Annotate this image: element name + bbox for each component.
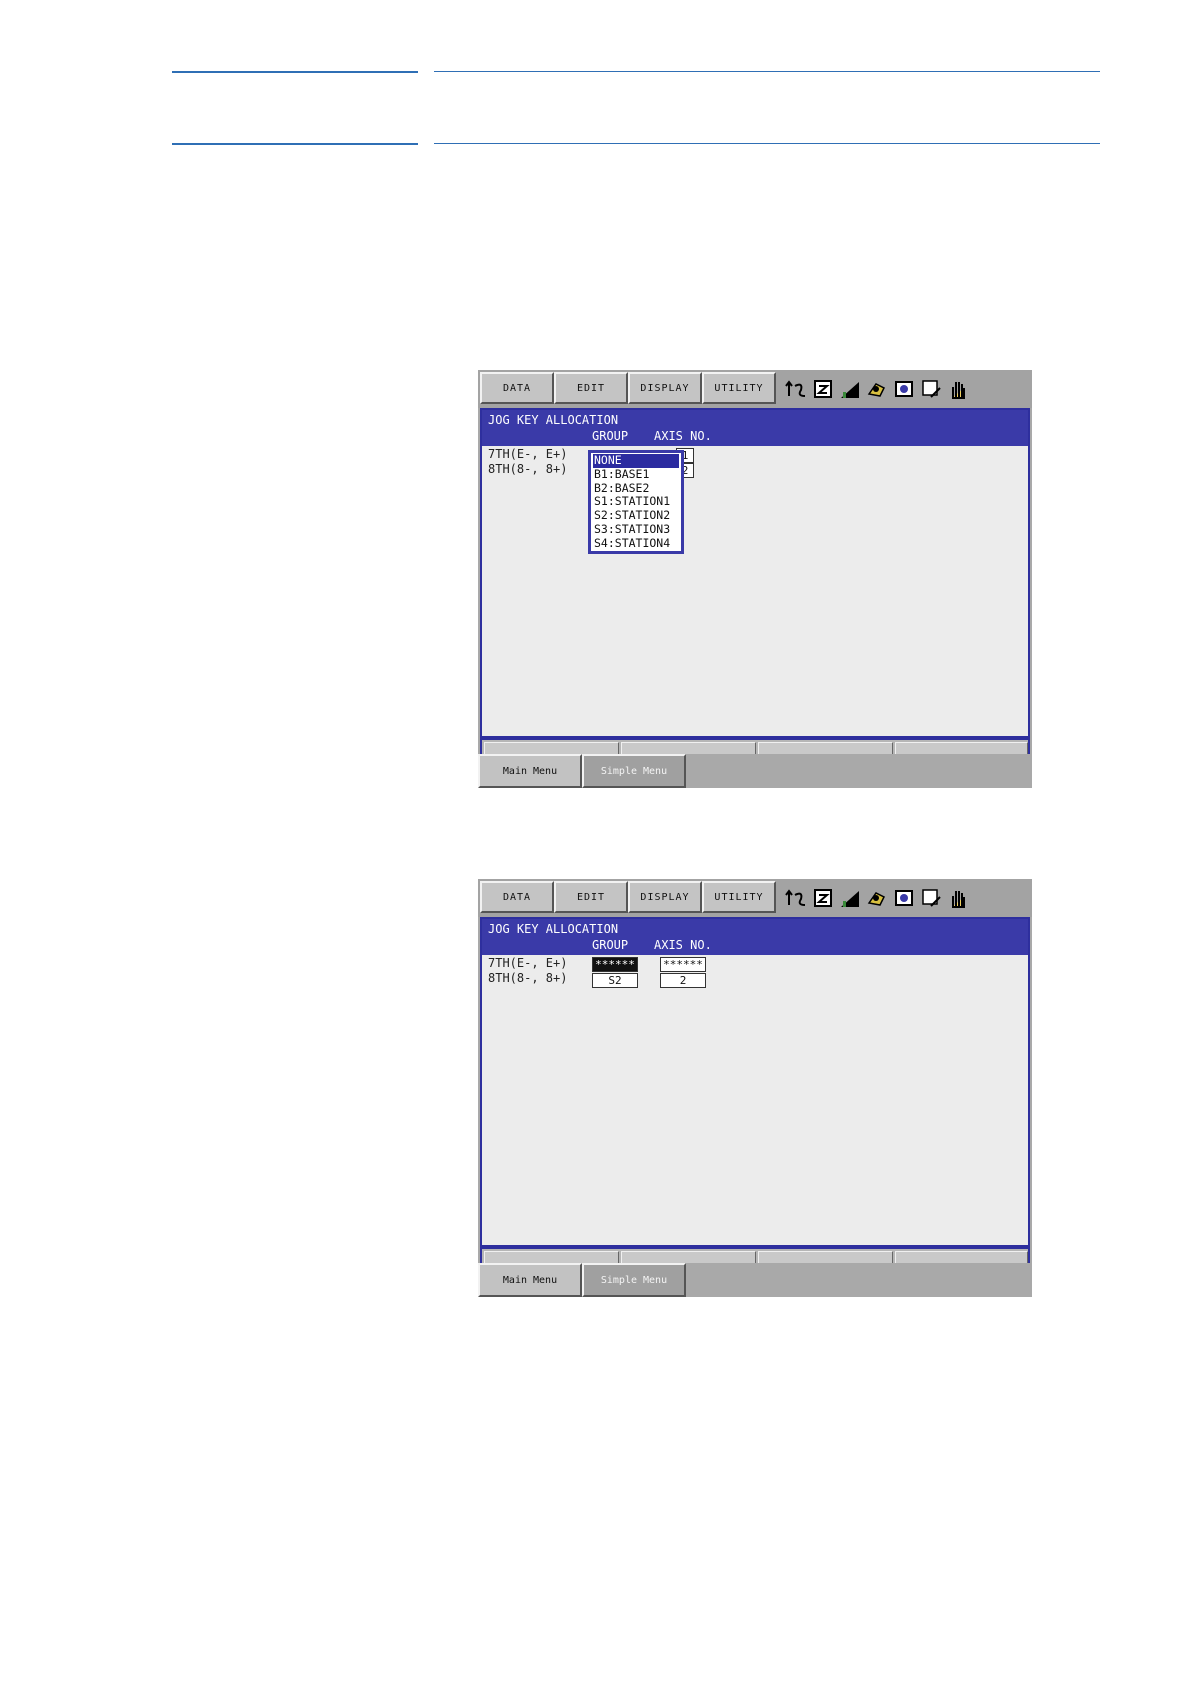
row-label-7th: 7TH(E-, E+): [488, 447, 568, 461]
menu-display-button[interactable]: DISPLAY: [628, 881, 702, 913]
dropdown-option[interactable]: S1:STATION1: [593, 495, 679, 509]
bottom-bar: Main Menu Simple Menu: [478, 1263, 1032, 1297]
row-label-8th: 8TH(8-, 8+): [488, 971, 568, 985]
dropdown-option[interactable]: B1:BASE1: [593, 467, 679, 482]
main-menu-button[interactable]: Main Menu: [478, 754, 582, 788]
speed-icon[interactable]: [839, 887, 861, 909]
job-icon[interactable]: [812, 887, 834, 909]
hand-icon[interactable]: [947, 887, 969, 909]
simple-menu-button[interactable]: Simple Menu: [582, 1263, 686, 1297]
axis-column-header: AXIS NO.: [654, 429, 712, 443]
row-label-8th: 8TH(8-, 8+): [488, 462, 568, 476]
group-cell-8th[interactable]: S2: [592, 973, 638, 988]
menu-bar: DATA EDIT DISPLAY UTILITY: [478, 879, 1032, 917]
menu-display-button[interactable]: DISPLAY: [628, 372, 702, 404]
main-menu-button[interactable]: Main Menu: [478, 1263, 582, 1297]
header-rule-right-top: [434, 71, 1100, 72]
title-bar: JOG KEY ALLOCATION GROUP AXIS NO.: [482, 919, 1028, 955]
dropdown-option[interactable]: NONE: [593, 453, 679, 468]
group-cell-7th[interactable]: ******: [592, 957, 638, 972]
coordinate-icon[interactable]: [785, 887, 807, 909]
main-area: JOG KEY ALLOCATION GROUP AXIS NO. 7TH(E-…: [480, 917, 1030, 1247]
dropdown-option[interactable]: S3:STATION3: [593, 522, 679, 537]
dropdown-option[interactable]: S2:STATION2: [593, 508, 679, 523]
camera-icon[interactable]: [893, 887, 915, 909]
page-title: JOG KEY ALLOCATION: [488, 922, 619, 936]
robot-icon[interactable]: [866, 887, 888, 909]
group-dropdown[interactable]: NONE B1:BASE1 B2:BASE2 S1:STATION1 S2:ST…: [588, 450, 684, 554]
header-rule-right-bottom: [434, 143, 1100, 144]
axis-column-header: AXIS NO.: [654, 938, 712, 952]
simple-menu-button[interactable]: Simple Menu: [582, 754, 686, 788]
job-icon[interactable]: [812, 378, 834, 400]
menu-edit-button[interactable]: EDIT: [554, 881, 628, 913]
menu-utility-button[interactable]: UTILITY: [702, 881, 776, 913]
status-icon-bar: [777, 881, 1030, 915]
axis-cell-7th[interactable]: ******: [660, 957, 706, 972]
pendant-screen-2: DATA EDIT DISPLAY UTILITY JOG KEY ALLOCA…: [478, 879, 1032, 1297]
status-icon-bar: [777, 372, 1030, 406]
robot-icon[interactable]: [866, 378, 888, 400]
coordinate-icon[interactable]: [785, 378, 807, 400]
menu-data-button[interactable]: DATA: [480, 881, 554, 913]
menu-data-button[interactable]: DATA: [480, 372, 554, 404]
hand-icon[interactable]: [947, 378, 969, 400]
dropdown-option[interactable]: S4:STATION4: [593, 536, 679, 551]
edit-icon[interactable]: [920, 887, 942, 909]
pendant-screen-1: DATA EDIT DISPLAY UTILITY JOG KEY ALLOCA…: [478, 370, 1032, 788]
edit-icon[interactable]: [920, 378, 942, 400]
group-column-header: GROUP: [592, 938, 629, 952]
menu-edit-button[interactable]: EDIT: [554, 372, 628, 404]
header-rule-left-top: [172, 71, 418, 73]
row-label-7th: 7TH(E-, E+): [488, 956, 568, 970]
axis-cell-8th[interactable]: 2: [660, 973, 706, 988]
page-title: JOG KEY ALLOCATION: [488, 413, 619, 427]
menu-bar: DATA EDIT DISPLAY UTILITY: [478, 370, 1032, 408]
camera-icon[interactable]: [893, 378, 915, 400]
group-column-header: GROUP: [592, 429, 629, 443]
header-rule-left-bottom: [172, 143, 418, 145]
dropdown-option[interactable]: B2:BASE2: [593, 481, 679, 496]
bottom-bar: Main Menu Simple Menu: [478, 754, 1032, 788]
title-bar: JOG KEY ALLOCATION GROUP AXIS NO.: [482, 410, 1028, 446]
speed-icon[interactable]: [839, 378, 861, 400]
main-area: JOG KEY ALLOCATION GROUP AXIS NO. 7TH(E-…: [480, 408, 1030, 738]
menu-utility-button[interactable]: UTILITY: [702, 372, 776, 404]
